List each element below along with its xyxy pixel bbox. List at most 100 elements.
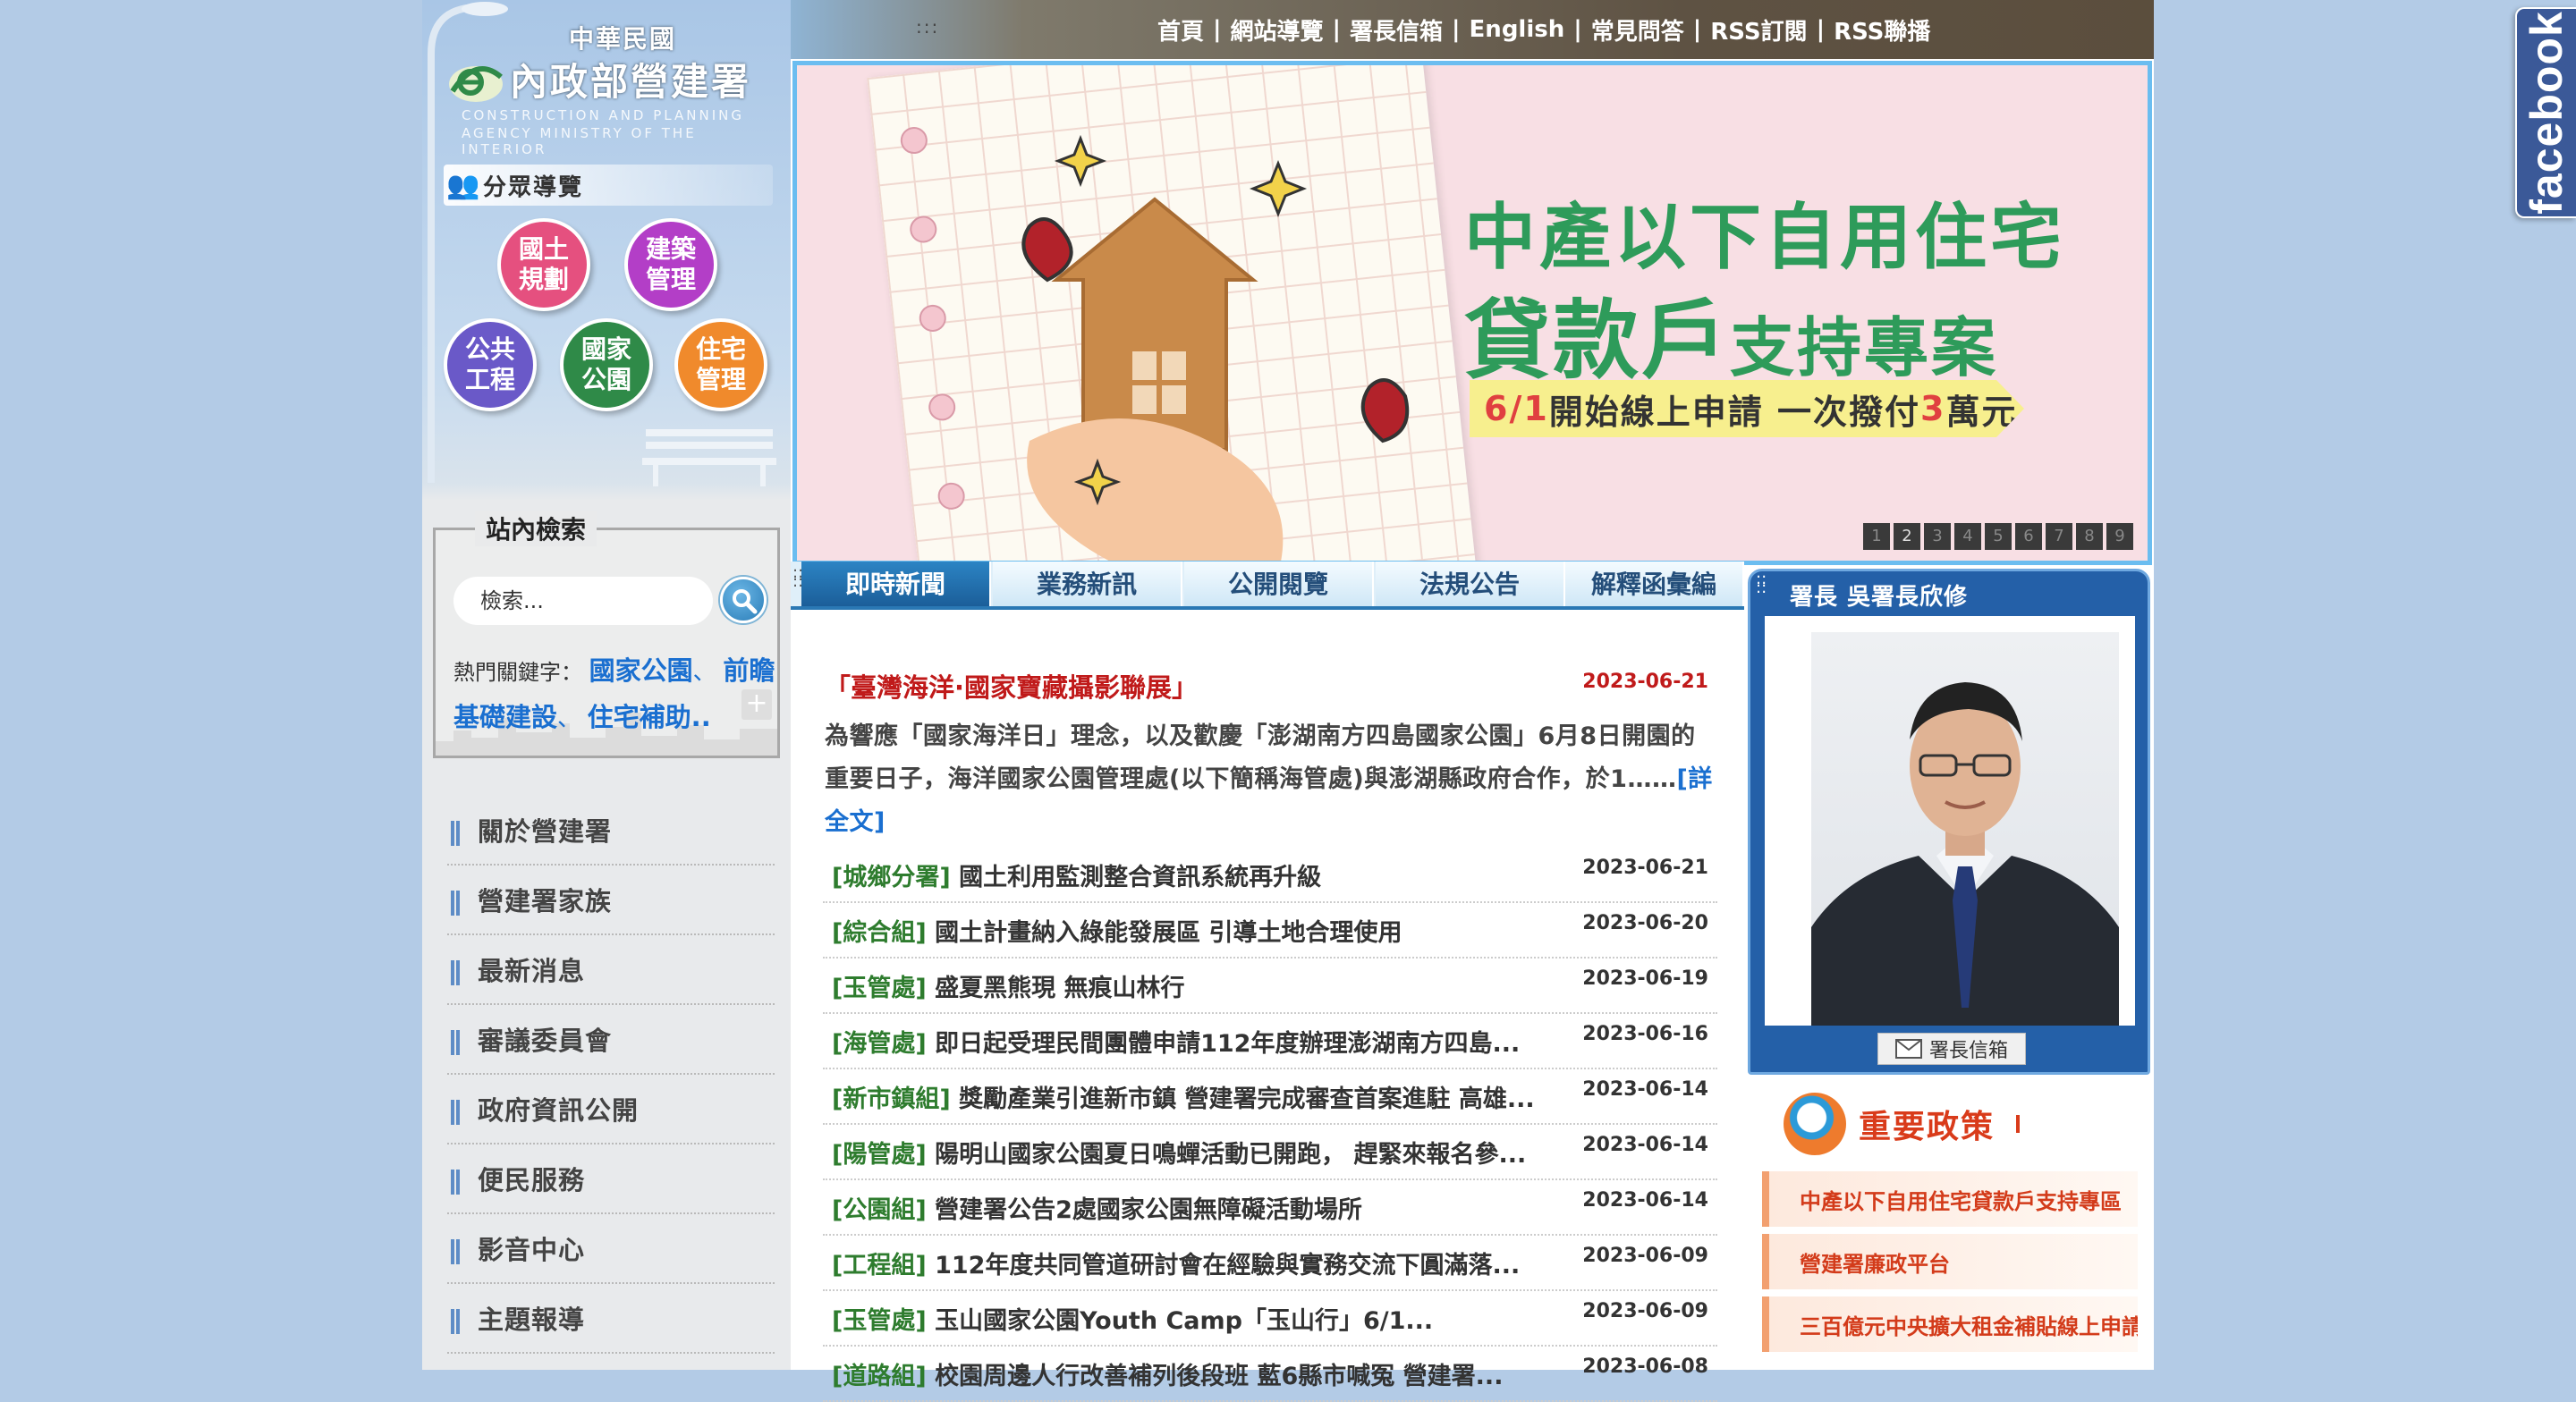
director-mailbox-button[interactable]: 署長信箱 — [1877, 1033, 2026, 1065]
top-link-home[interactable]: 首頁 — [1157, 13, 1204, 46]
news-row-title[interactable]: [海管處] 即日起受理民間團體申請112年度辦理澎湖南方四島... — [832, 1024, 1565, 1059]
news-row-text: 玉山國家公園Youth Camp「玉山行」6/1... — [935, 1306, 1434, 1335]
important-policy-list: 中產以下自用住宅貸款戶支持專區 營建署廉政平台 三百億元中央擴大租金補貼線上申請 — [1762, 1171, 2138, 1359]
news-row[interactable]: [新市鎮組] 獎勵產業引進新市鎮 營建署完成審查首案進駐 高雄... 2023-0… — [823, 1069, 1717, 1125]
news-row-date: 2023-06-14 — [1582, 1134, 1708, 1156]
news-row[interactable]: [陽管處] 陽明山國家公園夏日鳴蟬活動已開跑， 趕緊來報名參... 2023-06… — [823, 1125, 1717, 1180]
banner-title-line1: 中產以下自用住宅 — [1464, 196, 2065, 279]
news-row-date: 2023-06-14 — [1582, 1078, 1708, 1101]
news-row-title[interactable]: [工程組] 112年度共同管道研討會在經驗與實務交流下圓滿落... — [832, 1246, 1565, 1280]
banner-page-button[interactable]: 8 — [2076, 523, 2103, 550]
news-row-text: 國土計畫納入綠能發展區 引導土地合理使用 — [935, 918, 1402, 947]
tab-interpretation-letters[interactable]: 解釋函彙編 — [1565, 562, 1744, 606]
banner-page-button[interactable]: 2 — [1894, 523, 1920, 550]
news-row-title[interactable]: [綜合組] 國土計畫納入綠能發展區 引導土地合理使用 — [832, 913, 1565, 948]
news-row-title[interactable]: [城鄉分署] 國土利用監測整合資訊系統再升級 — [832, 857, 1565, 892]
hot-keyword-link[interactable]: 住宅補助.. — [588, 702, 711, 732]
banner-page-button[interactable]: 4 — [1954, 523, 1981, 550]
news-row-date: 2023-06-14 — [1582, 1189, 1708, 1212]
agency-name: 內政部營建署 — [510, 60, 752, 104]
top-link-english[interactable]: English — [1470, 16, 1565, 43]
banner-page-button[interactable]: 9 — [2106, 523, 2133, 550]
left-nav-item-about[interactable]: 關於營建署 — [447, 796, 775, 866]
left-nav-item-family[interactable]: 營建署家族 — [447, 866, 775, 935]
news-row-unit: [海管處] — [832, 1029, 927, 1058]
accesskey-dots: ::: — [916, 16, 940, 38]
news-row-unit: [綜合組] — [832, 918, 927, 947]
site-search-title: 站內檢索 — [475, 511, 597, 546]
tab-business-news[interactable]: 業務新訊 — [993, 562, 1182, 606]
banner-pager: 123456789 — [1863, 523, 2133, 550]
tab-regulation-notices[interactable]: 法規公告 — [1376, 562, 1565, 606]
guide-button-public-works[interactable]: 公共 工程 — [444, 318, 537, 411]
left-nav-item-public-services[interactable]: 便民服務 — [447, 1144, 775, 1214]
news-row[interactable]: [公園組] 營建署公告2處國家公園無障礙活動場所 2023-06-14 — [823, 1180, 1717, 1236]
news-row-title[interactable]: [道路組] 校園周邊人行改善補列後段班 藍6縣市喊冤 營建署... — [832, 1356, 1565, 1391]
top-link-rss-feeds[interactable]: RSS聯播 — [1834, 13, 1930, 46]
policy-link[interactable]: 三百億元中央擴大租金補貼線上申請 — [1762, 1296, 2138, 1352]
banner-carousel[interactable]: 中產以下自用住宅 貸款戶支持專案 6/1 開始線上申請 一次撥付 3 萬元 12… — [792, 61, 2152, 565]
top-link-director-mailbox[interactable]: 署長信箱 — [1350, 13, 1443, 46]
roc-label: 中華民國 — [569, 24, 677, 54]
director-photo-frame — [1765, 616, 2135, 1026]
guide-button-building-management[interactable]: 建築 管理 — [624, 218, 717, 311]
news-row[interactable]: [玉管處] 盛夏黑熊現 無痕山林行 2023-06-19 — [823, 959, 1717, 1014]
policy-link[interactable]: 營建署廉政平台 — [1762, 1234, 2138, 1289]
hot-keyword-link[interactable]: 國家公園 — [589, 655, 693, 686]
search-button[interactable] — [720, 577, 767, 623]
top-link-faq[interactable]: 常見問答 — [1591, 13, 1684, 46]
news-row-date: 2023-06-08 — [1582, 1356, 1708, 1378]
left-nav-label: 關於營建署 — [478, 816, 613, 847]
left-nav-label: 營建署家族 — [478, 886, 613, 916]
banner-page-button[interactable]: 7 — [2046, 523, 2072, 550]
news-row[interactable]: [道路組] 校園周邊人行改善補列後段班 藍6縣市喊冤 營建署... 2023-06… — [823, 1347, 1717, 1402]
news-row-title[interactable]: [新市鎮組] 獎勵產業引進新市鎮 營建署完成審查首案進駐 高雄... — [832, 1079, 1565, 1114]
news-row-title[interactable]: [陽管處] 陽明山國家公園夏日鳴蟬活動已開跑， 趕緊來報名參... — [832, 1135, 1565, 1170]
news-row[interactable]: [工程組] 112年度共同管道研討會在經驗與實務交流下圓滿落... 2023-06… — [823, 1236, 1717, 1291]
left-nav-item-committees[interactable]: 審議委員會 — [447, 1005, 775, 1075]
policy-link[interactable]: 中產以下自用住宅貸款戶支持專區 — [1762, 1171, 2138, 1227]
search-input[interactable] — [453, 577, 713, 625]
news-tabs: :::: 即時新聞 業務新訊 公開閱覽 法規公告 解釋函彙編 — [791, 562, 1744, 610]
director-panel: :::: 署長 吳署長欣修 署長信箱 — [1748, 569, 2150, 1075]
guide-button-housing-management[interactable]: 住宅 管理 — [674, 318, 767, 411]
news-row[interactable]: [海管處] 即日起受理民間團體申請112年度辦理澎湖南方四島... 2023-06… — [823, 1014, 1717, 1069]
news-row-unit: [玉管處] — [832, 1306, 927, 1335]
news-row-title[interactable]: [玉管處] 玉山國家公園Youth Camp「玉山行」6/1... — [832, 1301, 1565, 1336]
facebook-side-tab[interactable]: facebook — [2515, 7, 2576, 218]
agency-logo[interactable]: 中華民國 內政部營建署 CONSTRUCTION AND PLANNING AG… — [447, 16, 787, 157]
banner-page-button[interactable]: 1 — [1863, 523, 1890, 550]
guide-button-national-parks[interactable]: 國家 公園 — [560, 318, 653, 411]
banner-page-button[interactable]: 3 — [1924, 523, 1951, 550]
agency-english-line2: AGENCY MINISTRY OF THE INTERIOR — [462, 125, 697, 157]
banner-page-button[interactable]: 5 — [1985, 523, 2012, 550]
left-nav-item-gov-info[interactable]: 政府資訊公開 — [447, 1075, 775, 1144]
search-icon — [733, 589, 758, 614]
left-column: 中華民國 內政部營建署 CONSTRUCTION AND PLANNING AG… — [422, 0, 791, 1370]
news-row-title[interactable]: [玉管處] 盛夏黑熊現 無痕山林行 — [832, 968, 1565, 1003]
facebook-label: facebook — [2521, 11, 2572, 215]
news-row[interactable]: [城鄉分署] 國土利用監測整合資訊系統再升級 2023-06-21 — [823, 848, 1717, 903]
important-policy-title: 重要政策 — [1859, 1109, 1996, 1145]
news-section: :::: 即時新聞 業務新訊 公開閱覽 法規公告 解釋函彙編 「臺灣海洋·國家寶… — [791, 562, 1744, 1402]
news-row[interactable]: [綜合組] 國土計畫納入綠能發展區 引導土地合理使用 2023-06-20 — [823, 903, 1717, 959]
envelope-icon — [1894, 1039, 1922, 1059]
hot-keywords-more-button[interactable]: + — [741, 689, 772, 720]
left-nav-item-feature-reports[interactable]: 主題報導 — [447, 1284, 775, 1354]
tab-instant-news[interactable]: 即時新聞 — [801, 562, 991, 606]
news-row[interactable]: [玉管處] 玉山國家公園Youth Camp「玉山行」6/1... 2023-06… — [823, 1291, 1717, 1347]
news-row-text: 112年度共同管道研討會在經驗與實務交流下圓滿落... — [935, 1251, 1521, 1280]
top-links: 首頁 | 網站導覽 | 署長信箱 | English | 常見問答 | RSS訂閱 | RS… — [1157, 0, 1930, 59]
audience-guide-header: 👥 分眾導覽 — [444, 165, 773, 206]
banner-page-button[interactable]: 6 — [2015, 523, 2042, 550]
news-row-text: 營建署公告2處國家公園無障礙活動場所 — [935, 1195, 1362, 1224]
left-nav-item-latest-news[interactable]: 最新消息 — [447, 935, 775, 1005]
left-nav-item-media-center[interactable]: 影音中心 — [447, 1214, 775, 1284]
news-row-title[interactable]: [公園組] 營建署公告2處國家公園無障礙活動場所 — [832, 1190, 1565, 1225]
top-link-sitemap[interactable]: 網站導覽 — [1231, 13, 1324, 46]
guide-button-land-planning[interactable]: 國土 規劃 — [497, 218, 590, 311]
tab-public-review[interactable]: 公開閱覽 — [1184, 562, 1374, 606]
top-link-rss-subscribe[interactable]: RSS訂閱 — [1710, 13, 1807, 46]
news-row-text: 國土利用監測整合資訊系統再升級 — [959, 863, 1322, 891]
important-policy-header: 重要政策 — [1784, 1091, 2021, 1157]
